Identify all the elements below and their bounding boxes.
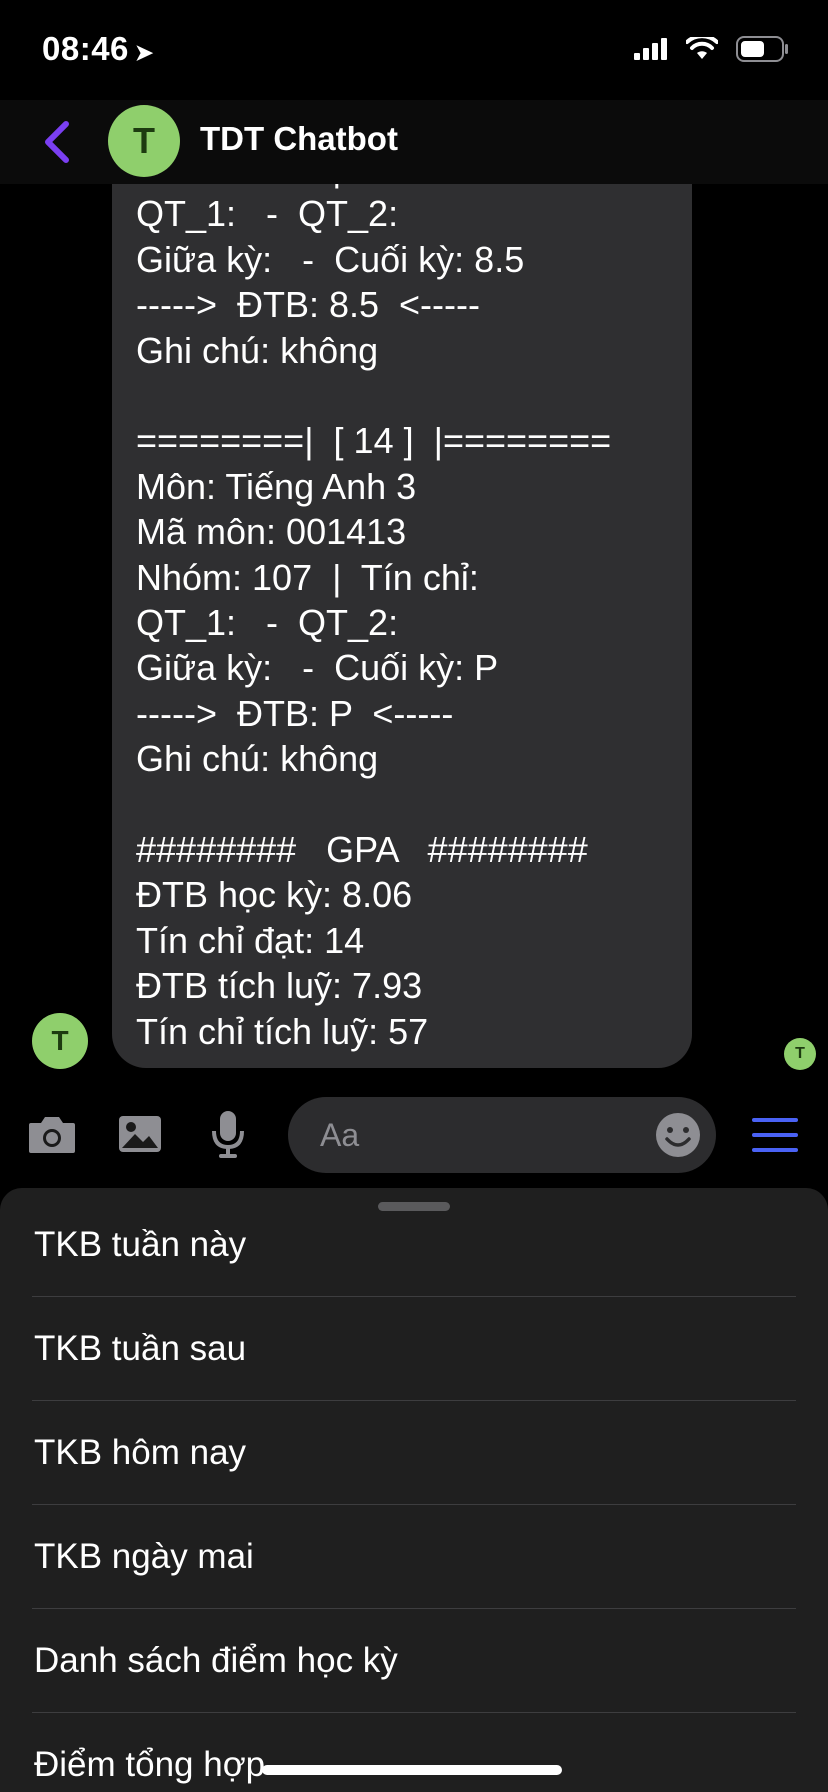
menu-item-tkb-ngay-mai[interactable]: TKB ngày mai (32, 1505, 796, 1609)
menu-item-tkb-hom-nay[interactable]: TKB hôm nay (32, 1401, 796, 1505)
sender-avatar: T (32, 1013, 88, 1069)
battery-icon (736, 36, 788, 62)
menu-item-danh-sach-diem-hoc-ky[interactable]: Danh sách điểm học kỳ (32, 1609, 796, 1713)
hamburger-menu-icon[interactable] (748, 1110, 804, 1160)
status-time: 08:46 ➤ (42, 30, 154, 68)
microphone-button[interactable] (200, 1106, 256, 1162)
camera-icon (29, 1117, 75, 1153)
menu-item-label: TKB tuần sau (34, 1329, 247, 1368)
read-receipt-avatar: T (784, 1038, 816, 1070)
menu-item-tkb-tuan-sau[interactable]: TKB tuần sau (32, 1297, 796, 1401)
message-text: Nhóm: 107 | Tín chỉ: QT_1: - QT_2: Giữa … (136, 148, 612, 1052)
status-icons (634, 36, 790, 62)
chat-title[interactable]: TDT Chatbot (200, 120, 398, 158)
quick-menu-sheet: TKB tuần này TKB tuần sau TKB hôm nay TK… (0, 1188, 828, 1792)
menu-item-label: TKB ngày mai (34, 1537, 254, 1576)
menu-item-label: TKB tuần này (34, 1225, 247, 1264)
menu-item-tkb-tuan-nay[interactable]: TKB tuần này (32, 1193, 796, 1297)
menu-item-label: Điểm tổng hợp (34, 1745, 266, 1784)
message-input[interactable]: Aa (288, 1097, 716, 1173)
location-arrow-icon: ➤ (134, 40, 154, 65)
back-button[interactable] (38, 118, 78, 166)
message-bubble[interactable]: Nhóm: 107 | Tín chỉ: QT_1: - QT_2: Giữa … (112, 140, 692, 1068)
photo-button[interactable] (112, 1106, 168, 1162)
menu-item-label: TKB hôm nay (34, 1433, 247, 1472)
emoji-icon[interactable] (654, 1111, 702, 1159)
menu-item-label: Danh sách điểm học kỳ (34, 1641, 398, 1680)
camera-button[interactable] (24, 1106, 80, 1162)
clock-text: 08:46 (42, 30, 129, 67)
menu-item-diem-tong-hop[interactable]: Điểm tổng hợp (32, 1713, 796, 1792)
wifi-icon (686, 37, 718, 59)
cellular-signal-icon (634, 38, 667, 60)
chatbot-avatar[interactable]: T (108, 105, 180, 177)
chat-header: T TDT Chatbot (0, 100, 828, 184)
photo-icon (119, 1116, 161, 1152)
status-bar: 08:46 ➤ (0, 0, 828, 100)
home-indicator (262, 1765, 562, 1775)
message-input-placeholder: Aa (320, 1117, 360, 1153)
microphone-icon (212, 1111, 244, 1158)
